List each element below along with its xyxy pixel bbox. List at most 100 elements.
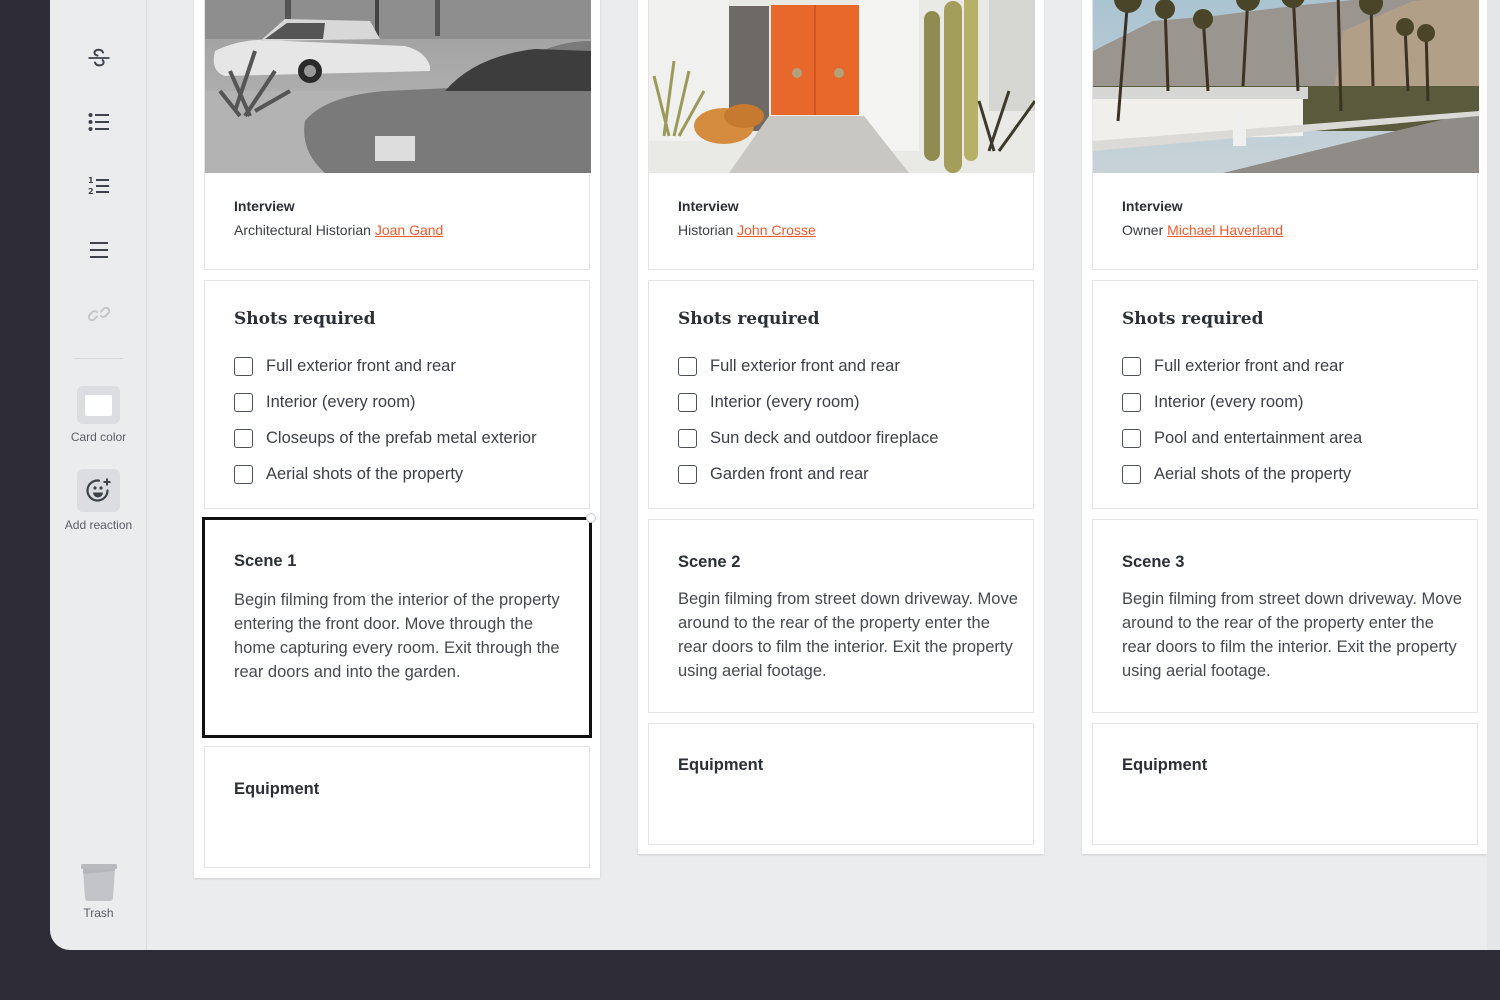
shots-required-card[interactable]: Shots required Full exterior front and r… xyxy=(1092,280,1478,509)
property-photo xyxy=(205,0,591,173)
interview-label: Interview xyxy=(234,198,443,214)
equipment-title: Equipment xyxy=(1122,756,1207,775)
svg-text:1: 1 xyxy=(88,176,94,185)
interview-block: Interview Architectural Historian Joan G… xyxy=(234,198,443,238)
checkbox[interactable] xyxy=(1122,429,1141,448)
equipment-card[interactable]: Equipment xyxy=(204,746,590,868)
checklist-item[interactable]: Interior (every room) xyxy=(678,384,938,420)
interview-card[interactable]: Interview Historian John Crosse xyxy=(648,0,1034,270)
partial-icon xyxy=(89,0,109,4)
checklist-item-label: Closeups of the prefab metal exterior xyxy=(266,429,537,448)
interview-line: Architectural Historian Joan Gand xyxy=(234,222,443,238)
bulleted-list-button[interactable] xyxy=(50,111,147,133)
formatting-toolbar: 1 2 Card color xyxy=(50,0,147,950)
checklist-item[interactable]: Sun deck and outdoor fireplace xyxy=(678,420,938,456)
equipment-card[interactable]: Equipment xyxy=(648,723,1034,845)
interviewee-role: Historian xyxy=(678,222,733,238)
scene-title: Scene 2 xyxy=(678,553,740,572)
equipment-title: Equipment xyxy=(678,756,763,775)
checklist-item[interactable]: Closeups of the prefab metal exterior xyxy=(234,420,537,456)
card-color-button[interactable]: Card color xyxy=(50,386,147,444)
scene-card-selected[interactable]: Scene 1 Begin filming from the interior … xyxy=(202,517,592,738)
checkbox[interactable] xyxy=(234,393,253,412)
align-button[interactable] xyxy=(50,240,147,260)
checkbox[interactable] xyxy=(678,429,697,448)
toolbar-divider xyxy=(74,358,123,359)
strikethrough-button[interactable] xyxy=(50,47,147,69)
shots-checklist: Full exterior front and rear Interior (e… xyxy=(678,348,938,492)
interviewee-link[interactable]: Joan Gand xyxy=(375,222,444,238)
resize-handle[interactable] xyxy=(586,513,596,523)
interview-label: Interview xyxy=(678,198,816,214)
checkbox[interactable] xyxy=(234,357,253,376)
checklist-item[interactable]: Full exterior front and rear xyxy=(1122,348,1362,384)
checklist-item-label: Full exterior front and rear xyxy=(1154,357,1344,376)
interviewee-link[interactable]: John Crosse xyxy=(737,222,816,238)
photo-orange-door xyxy=(649,0,1035,173)
interviewee-role: Owner xyxy=(1122,222,1163,238)
board-column-3: Interview Owner Michael Haverland Shots … xyxy=(1082,0,1488,854)
property-photo xyxy=(1093,0,1479,173)
checklist-item[interactable]: Garden front and rear xyxy=(678,456,938,492)
checklist-item-label: Pool and entertainment area xyxy=(1154,429,1362,448)
interview-card[interactable]: Interview Architectural Historian Joan G… xyxy=(204,0,590,270)
add-reaction-label: Add reaction xyxy=(65,518,132,532)
photo-palm-street xyxy=(1093,0,1479,173)
checkbox[interactable] xyxy=(1122,357,1141,376)
add-reaction-button[interactable]: Add reaction xyxy=(50,469,147,532)
shots-required-card[interactable]: Shots required Full exterior front and r… xyxy=(204,280,590,509)
scene-card[interactable]: Scene 2 Begin filming from street down d… xyxy=(648,519,1034,713)
strikethrough-icon xyxy=(87,47,111,69)
board-column-1: Interview Architectural Historian Joan G… xyxy=(194,0,600,878)
numbered-list-button[interactable]: 1 2 xyxy=(50,175,147,197)
scene-card[interactable]: Scene 3 Begin filming from street down d… xyxy=(1092,519,1478,713)
checkbox[interactable] xyxy=(678,357,697,376)
checklist-item-label: Interior (every room) xyxy=(266,393,415,412)
interview-card[interactable]: Interview Owner Michael Haverland xyxy=(1092,0,1478,270)
checklist-item[interactable]: Full exterior front and rear xyxy=(678,348,938,384)
photo-vintage-cars xyxy=(205,0,591,173)
trash-button[interactable]: Trash xyxy=(50,862,147,920)
toolbar-item-partial[interactable] xyxy=(50,0,147,4)
card-color-label: Card color xyxy=(71,430,126,444)
equipment-card[interactable]: Equipment xyxy=(1092,723,1478,845)
checklist-item[interactable]: Interior (every room) xyxy=(234,384,537,420)
checklist-item[interactable]: Interior (every room) xyxy=(1122,384,1362,420)
checklist-item[interactable]: Aerial shots of the property xyxy=(1122,456,1362,492)
checklist-item-label: Interior (every room) xyxy=(1154,393,1303,412)
checkbox[interactable] xyxy=(1122,393,1141,412)
checklist-item-label: Full exterior front and rear xyxy=(266,357,456,376)
trash-label: Trash xyxy=(83,906,113,920)
checklist-item-label: Full exterior front and rear xyxy=(710,357,900,376)
trash-icon xyxy=(79,862,119,902)
interview-block: Interview Owner Michael Haverland xyxy=(1122,198,1283,238)
interviewee-role: Architectural Historian xyxy=(234,222,371,238)
card-color-swatch[interactable] xyxy=(77,386,120,424)
equipment-title: Equipment xyxy=(234,780,319,799)
bulleted-list-icon xyxy=(87,111,111,133)
shots-checklist: Full exterior front and rear Interior (e… xyxy=(1122,348,1362,492)
checkbox[interactable] xyxy=(678,393,697,412)
link-button[interactable] xyxy=(50,303,147,325)
checklist-item[interactable]: Aerial shots of the property xyxy=(234,456,537,492)
board-column-2: Interview Historian John Crosse Shots re… xyxy=(638,0,1044,854)
interviewee-link[interactable]: Michael Haverland xyxy=(1167,222,1283,238)
scene-description: Begin filming from street down driveway.… xyxy=(678,587,1018,683)
checkbox[interactable] xyxy=(234,465,253,484)
checkbox[interactable] xyxy=(678,465,697,484)
interview-block: Interview Historian John Crosse xyxy=(678,198,816,238)
add-reaction-box[interactable] xyxy=(77,469,120,512)
checkbox[interactable] xyxy=(234,429,253,448)
property-photo xyxy=(649,0,1035,173)
checkbox[interactable] xyxy=(1122,465,1141,484)
shots-required-card[interactable]: Shots required Full exterior front and r… xyxy=(648,280,1034,509)
interview-line: Historian John Crosse xyxy=(678,222,816,238)
numbered-list-icon: 1 2 xyxy=(87,175,111,197)
checklist-item-label: Aerial shots of the property xyxy=(1154,465,1351,484)
checklist-item[interactable]: Pool and entertainment area xyxy=(1122,420,1362,456)
next-column-edge xyxy=(1487,0,1500,950)
interview-line: Owner Michael Haverland xyxy=(1122,222,1283,238)
interview-label: Interview xyxy=(1122,198,1283,214)
checklist-item[interactable]: Full exterior front and rear xyxy=(234,348,537,384)
checklist-item-label: Garden front and rear xyxy=(710,465,869,484)
